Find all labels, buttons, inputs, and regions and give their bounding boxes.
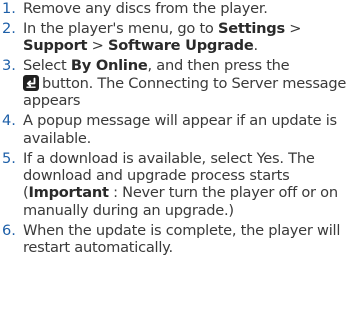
step-number: 1. <box>2 0 16 17</box>
settings-keyword: Settings <box>218 20 285 37</box>
step-text-post: button. The Connecting to Server message… <box>23 74 347 110</box>
step-number: 5. <box>2 149 16 167</box>
step-number: 2. <box>2 20 16 37</box>
step-6: 6. When the update is complete, the play… <box>2 222 355 257</box>
step-text: Remove any discs from the player. <box>23 0 268 17</box>
step-text: When the update is complete, the player … <box>23 221 341 257</box>
enter-button-icon <box>23 74 39 91</box>
step-2: 2. In the player's menu, go to Settings … <box>2 20 355 55</box>
step-3: 3. Select By Online, and then press the b… <box>2 57 355 109</box>
path-separator: > <box>87 37 109 55</box>
step-text-pre: In the player's menu, go to <box>23 20 219 37</box>
instruction-list: 1. Remove any discs from the player. 2. … <box>0 0 355 257</box>
software-upgrade-keyword: Software Upgrade <box>108 37 254 55</box>
step-text: Select By Online, and then press the butt… <box>23 57 355 109</box>
by-online-keyword: By Online <box>70 57 148 75</box>
step-text-mid: , and then press the <box>147 57 290 75</box>
step-text: If a download is available, select Yes. … <box>23 150 355 220</box>
step-text: In the player's menu, go to Settings > S… <box>23 20 355 55</box>
step-number: 6. <box>2 221 16 239</box>
support-keyword: Support <box>23 37 88 55</box>
step-text: A popup message will appear if an update… <box>23 112 337 147</box>
step-text-pre: Select <box>23 57 71 75</box>
step-number: 3. <box>2 57 16 75</box>
step-5: 5. If a download is available, select Ye… <box>2 150 355 220</box>
path-separator: > <box>284 20 302 37</box>
step-1: 1. Remove any discs from the player. <box>2 0 355 17</box>
step-text-post: . <box>253 37 259 55</box>
step-4: 4. A popup message will appear if an upd… <box>2 112 355 147</box>
step-number: 4. <box>2 112 16 130</box>
important-keyword: Important <box>28 184 109 202</box>
